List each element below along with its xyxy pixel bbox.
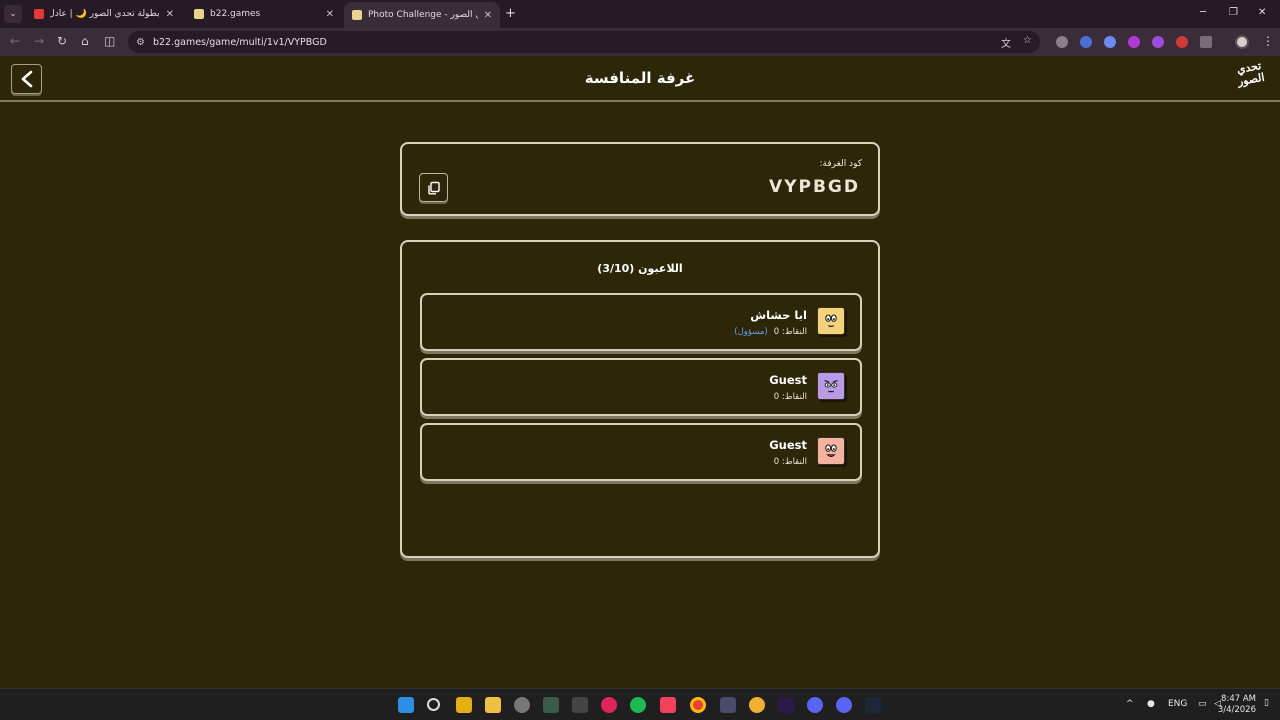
app-icon[interactable] — [749, 697, 765, 713]
system-clock[interactable]: 8:47 AM 3/4/2026 — [1218, 694, 1256, 716]
music-icon[interactable] — [660, 697, 676, 713]
profile-avatar[interactable] — [1235, 35, 1249, 49]
close-window-icon[interactable]: ✕ — [1258, 7, 1266, 18]
notification-icon[interactable]: ▯ — [1264, 698, 1269, 708]
url-text: b22.games/game/multi/1v1/VYPBGD — [152, 36, 327, 48]
players-count-title: اللاعبون (3/10) — [597, 262, 683, 275]
extension-icon[interactable] — [1152, 36, 1164, 48]
player-score: النقاط: 0 — [773, 457, 807, 467]
bookmark-star-icon[interactable]: ☆ — [1023, 35, 1032, 50]
app-icon[interactable] — [514, 697, 530, 713]
room-code-value: VYPBGD — [769, 177, 860, 197]
player-score: النقاط: 0 — [773, 327, 807, 337]
clock-time: 8:47 AM — [1221, 694, 1256, 704]
search-icon[interactable] — [427, 698, 440, 711]
steam-icon[interactable] — [865, 697, 881, 713]
close-tab-icon[interactable]: ✕ — [484, 10, 492, 21]
player-name: Guest — [769, 438, 807, 452]
player-name: ابا حشاش — [750, 308, 807, 322]
yellow-face-icon — [817, 307, 845, 335]
browser-tab-3-active[interactable]: Photo Challenge - تحدي الصور ✕ — [344, 2, 500, 28]
player-score-line: النقاط: 0 — [774, 457, 807, 467]
home-icon[interactable]: ⌂ — [81, 34, 89, 48]
extension-icon[interactable] — [1104, 36, 1116, 48]
clock-date: 3/4/2026 — [1217, 705, 1256, 715]
site-favicon-icon — [194, 9, 204, 19]
browser-menu-icon[interactable]: ⋮ — [1262, 34, 1274, 48]
tray-chevron-icon[interactable]: ^ — [1126, 699, 1134, 709]
split-view-icon[interactable]: ◫ — [104, 34, 115, 48]
copy-code-button[interactable] — [419, 173, 448, 202]
tab-search-button[interactable]: ⌄ — [4, 5, 22, 23]
tab-title: b22.games — [210, 9, 261, 19]
start-windows-icon[interactable] — [398, 697, 414, 713]
browser-tab-2[interactable]: b22.games ✕ — [186, 4, 342, 24]
player-score-line: النقاط: 0 — [774, 392, 807, 402]
player-row: ابا حشاش (مسؤول) النقاط: 0 — [420, 293, 862, 351]
discord-icon[interactable] — [807, 697, 823, 713]
microphone-icon[interactable]: ● — [1147, 699, 1155, 709]
app-icon[interactable] — [543, 697, 559, 713]
reload-icon[interactable]: ↻ — [57, 34, 67, 48]
spotify-icon[interactable] — [630, 697, 646, 713]
forward-nav-icon[interactable]: → — [34, 34, 44, 48]
new-tab-button[interactable]: + — [505, 6, 516, 21]
page-title: غرفة المنافسة — [584, 69, 696, 87]
discord-icon[interactable] — [836, 697, 852, 713]
media-player-icon[interactable] — [601, 697, 617, 713]
players-card: اللاعبون (3/10) ابا حشاش (مسؤول) النقاط:… — [400, 240, 880, 558]
browser-tab-bar: ⌄ بطولة تحدي الصور 🌙 | عادل و... ✕ b22.g… — [0, 0, 1280, 28]
extension-icon[interactable] — [1080, 36, 1092, 48]
app-arrow-icon[interactable] — [456, 697, 472, 713]
back-nav-icon[interactable]: ← — [10, 34, 20, 48]
tab-title: Photo Challenge - تحدي الصور — [368, 10, 478, 20]
player-row: Guest النقاط: 0 — [420, 358, 862, 416]
extension-icon[interactable] — [1128, 36, 1140, 48]
extension-icon[interactable] — [1056, 36, 1068, 48]
room-code-label: كود الغرفة: — [819, 159, 862, 169]
app-icon[interactable] — [720, 697, 736, 713]
chrome-icon[interactable] — [690, 697, 706, 713]
minimize-icon[interactable]: ─ — [1200, 7, 1206, 18]
youtube-favicon-icon — [34, 9, 44, 19]
close-tab-icon[interactable]: ✕ — [166, 9, 174, 20]
close-tab-icon[interactable]: ✕ — [326, 9, 334, 20]
browser-tab-1[interactable]: بطولة تحدي الصور 🌙 | عادل و... ✕ — [26, 4, 182, 24]
tab-title: بطولة تحدي الصور 🌙 | عادل و... — [50, 9, 160, 19]
player-name: Guest — [769, 373, 807, 387]
browser-toolbar: ← → ↻ ⌂ ◫ ⚙ b22.games/game/multi/1v1/VYP… — [0, 28, 1280, 56]
player-row: Guest النقاط: 0 — [420, 423, 862, 481]
translate-icon[interactable]: 文 — [1001, 35, 1011, 50]
after-effects-icon[interactable] — [778, 697, 794, 713]
address-bar[interactable]: ⚙ b22.games/game/multi/1v1/VYPBGD 文 ☆ — [128, 31, 1040, 53]
peach-face-icon — [817, 437, 845, 465]
player-score: النقاط: 0 — [773, 392, 807, 402]
site-favicon-icon — [352, 10, 362, 20]
site-info-icon[interactable]: ⚙ — [136, 37, 145, 48]
player-score-line: (مسؤول) النقاط: 0 — [734, 327, 807, 337]
app-header: غرفة المنافسة تحدي الصور — [0, 56, 1280, 102]
windows-taskbar: ^ ● ENG ▭ ◁ 8:47 AM 3/4/2026 ▯ — [0, 688, 1280, 720]
purple-face-icon — [817, 372, 845, 400]
copy-icon — [427, 181, 440, 194]
app-icon[interactable] — [572, 697, 588, 713]
host-badge: (مسؤول) — [734, 327, 768, 337]
app-logo[interactable]: تحدي الصور — [1229, 59, 1272, 99]
extensions-puzzle-icon[interactable] — [1200, 36, 1212, 48]
room-code-card: كود الغرفة: VYPBGD — [400, 142, 880, 216]
restore-icon[interactable]: ❐ — [1229, 7, 1238, 18]
extension-icon[interactable] — [1176, 36, 1188, 48]
language-indicator[interactable]: ENG — [1168, 699, 1187, 709]
network-icon[interactable]: ▭ — [1198, 699, 1207, 709]
file-explorer-icon[interactable] — [485, 697, 501, 713]
